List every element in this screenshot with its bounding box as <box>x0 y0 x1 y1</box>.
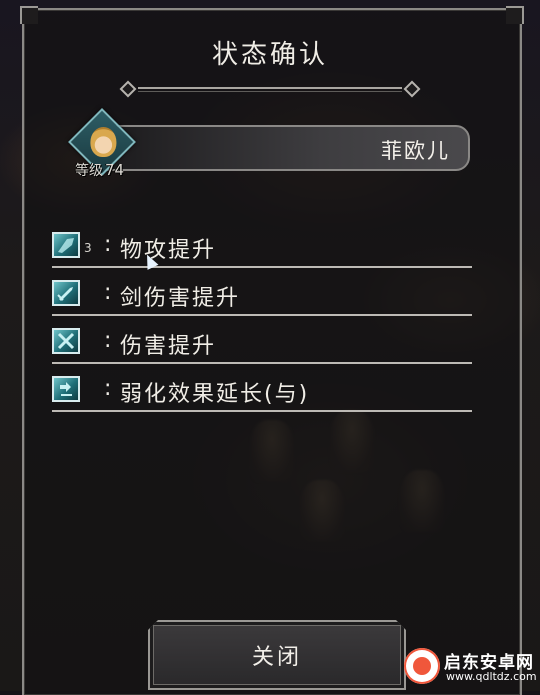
watermark-url: www.qdltdz.com <box>446 670 537 683</box>
physical-attack-up-icon <box>52 232 80 258</box>
sword-damage-up-icon <box>52 280 80 306</box>
effect-stack-count: 3 <box>84 241 92 255</box>
character-level: 等级 74 <box>75 160 124 180</box>
effect-row: : 剑伤害提升 <box>52 276 472 316</box>
row-divider <box>52 266 472 268</box>
character-portrait <box>90 127 117 157</box>
row-divider <box>52 410 472 412</box>
title-ornament <box>119 80 421 98</box>
close-button-label: 关闭 <box>251 645 302 670</box>
effect-colon: : <box>104 280 112 305</box>
dialog-title: 状态确认 <box>211 40 328 70</box>
level-label: 等级 <box>75 163 103 179</box>
effect-label: 伤害提升 <box>120 334 217 359</box>
effect-label: 物攻提升 <box>120 238 217 263</box>
effect-colon: : <box>104 328 112 353</box>
row-divider <box>52 362 472 364</box>
level-value: 74 <box>105 161 125 179</box>
effect-row: : 弱化效果延长(与) <box>52 372 472 412</box>
character-bar: 菲欧儿 <box>100 125 470 171</box>
damage-up-icon <box>52 328 80 354</box>
effect-label: 弱化效果延长(与) <box>120 382 310 407</box>
debuff-extend-icon <box>52 376 80 402</box>
row-divider <box>52 314 472 316</box>
effect-colon: : <box>104 232 112 257</box>
effect-row: : 伤害提升 <box>52 324 472 364</box>
close-button[interactable]: 关闭 <box>148 620 406 690</box>
character-name: 菲欧儿 <box>381 139 450 163</box>
panel-corner <box>20 6 38 24</box>
effect-row: 3 : 物攻提升 <box>52 228 472 268</box>
effect-label: 剑伤害提升 <box>120 286 241 311</box>
panel-corner <box>506 6 524 24</box>
watermark-logo-icon <box>404 648 440 684</box>
effect-colon: : <box>104 376 112 401</box>
watermark: 启东安卓网 www.qdltdz.com <box>404 646 538 690</box>
